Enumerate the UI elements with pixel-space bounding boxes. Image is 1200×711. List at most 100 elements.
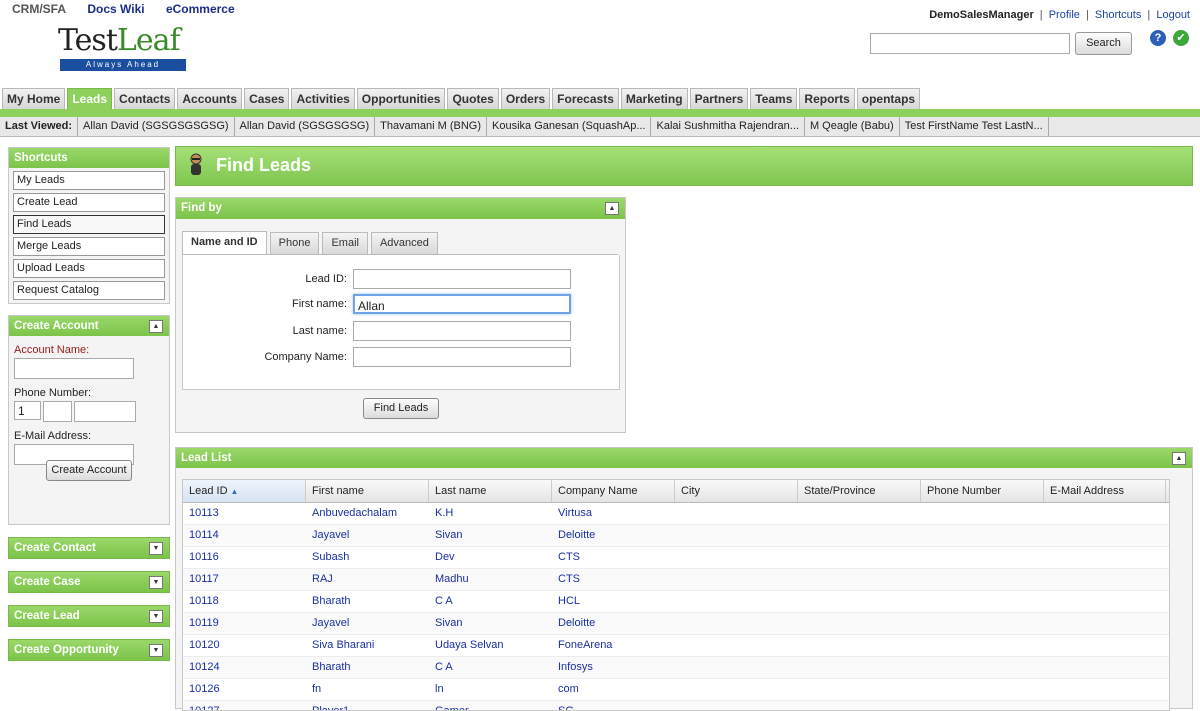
tab-email[interactable]: Email (322, 232, 368, 254)
table-cell[interactable]: 10124 (183, 657, 306, 678)
shortcut-find-leads[interactable]: Find Leads (13, 215, 165, 234)
table-cell[interactable]: com (552, 679, 675, 700)
table-row[interactable]: 10127 Player1 Gamer SG (183, 701, 1169, 710)
testleaf-logo[interactable]: TestLeaf Always Ahead (58, 26, 188, 72)
expand-down-icon[interactable]: ▼ (149, 644, 163, 657)
tab-phone[interactable]: Phone (269, 232, 320, 254)
tab-forecasts[interactable]: Forecasts (552, 88, 619, 109)
search-input[interactable] (870, 33, 1070, 54)
table-row[interactable]: 10124 Bharath C A Infosys (183, 657, 1169, 679)
table-cell[interactable]: ln (429, 679, 552, 700)
table-cell[interactable]: 10126 (183, 679, 306, 700)
create-lead-panel[interactable]: Create Lead ▼ (8, 605, 170, 627)
tab-opportunities[interactable]: Opportunities (356, 88, 446, 109)
table-cell[interactable]: 10119 (183, 613, 306, 634)
create-case-panel[interactable]: Create Case ▼ (8, 571, 170, 593)
table-cell[interactable]: C A (429, 591, 552, 612)
shortcut-request-catalog[interactable]: Request Catalog (13, 281, 165, 300)
table-cell[interactable]: 10113 (183, 503, 306, 524)
table-cell[interactable]: 10114 (183, 525, 306, 546)
table-cell[interactable]: 10127 (183, 701, 306, 710)
table-cell[interactable]: Gamer (429, 701, 552, 710)
table-cell[interactable]: SG (552, 701, 675, 710)
table-cell[interactable]: Siva Bharani (306, 635, 429, 656)
tab-cases[interactable]: Cases (244, 88, 290, 109)
tab-activities[interactable]: Activities (291, 88, 355, 109)
last-viewed-item[interactable]: M Qeagle (Babu) (805, 117, 900, 136)
tab-partners[interactable]: Partners (689, 88, 749, 109)
collapse-up-icon[interactable]: ▲ (149, 320, 163, 333)
column-header[interactable]: Phone Number (921, 480, 1044, 502)
create-account-button[interactable]: Create Account (46, 460, 132, 481)
tab-my-home[interactable]: My Home (2, 88, 66, 109)
shortcut-create-lead[interactable]: Create Lead (13, 193, 165, 212)
app-link-docs-wiki[interactable]: Docs Wiki (87, 2, 144, 16)
tab-teams[interactable]: Teams (750, 88, 798, 109)
shortcut-my-leads[interactable]: My Leads (13, 171, 165, 190)
last-viewed-item[interactable]: Allan David (SGSGSGSGSG) (78, 117, 235, 136)
column-header[interactable]: Company Name (552, 480, 675, 502)
expand-down-icon[interactable]: ▼ (149, 610, 163, 623)
table-cell[interactable]: Sivan (429, 525, 552, 546)
create-contact-panel[interactable]: Create Contact ▼ (8, 537, 170, 559)
table-cell[interactable]: Deloitte (552, 613, 675, 634)
collapse-up-icon[interactable]: ▲ (605, 202, 619, 215)
table-row[interactable]: 10120 Siva Bharani Udaya Selvan FoneArena (183, 635, 1169, 657)
table-cell[interactable]: 10120 (183, 635, 306, 656)
column-header[interactable]: Last name (429, 480, 552, 502)
table-cell[interactable]: Udaya Selvan (429, 635, 552, 656)
table-cell[interactable]: C A (429, 657, 552, 678)
shortcut-upload-leads[interactable]: Upload Leads (13, 259, 165, 278)
table-cell[interactable]: 10117 (183, 569, 306, 590)
table-cell[interactable]: Player1 (306, 701, 429, 710)
last-viewed-item[interactable]: Test FirstName Test LastN... (900, 117, 1049, 136)
expand-down-icon[interactable]: ▼ (149, 542, 163, 555)
collapse-up-icon[interactable]: ▲ (1172, 452, 1186, 465)
tab-orders[interactable]: Orders (500, 88, 551, 109)
tab-advanced[interactable]: Advanced (370, 232, 438, 254)
table-cell[interactable]: CTS (552, 569, 675, 590)
table-cell[interactable]: HCL (552, 591, 675, 612)
tab-marketing[interactable]: Marketing (620, 88, 688, 109)
table-row[interactable]: 10126 fn ln com (183, 679, 1169, 701)
shortcut-merge-leads[interactable]: Merge Leads (13, 237, 165, 256)
table-cell[interactable]: Infosys (552, 657, 675, 678)
tab-accounts[interactable]: Accounts (177, 88, 243, 109)
last-viewed-item[interactable]: Thavamani M (BNG) (375, 117, 487, 136)
app-link-crm[interactable]: CRM/SFA (12, 2, 66, 16)
table-cell[interactable]: K.H (429, 503, 552, 524)
table-row[interactable]: 10117 RAJ Madhu CTS (183, 569, 1169, 591)
find-leads-button[interactable]: Find Leads (363, 398, 439, 419)
account-name-field[interactable] (14, 358, 134, 379)
column-header[interactable]: State/Province (798, 480, 921, 502)
table-cell[interactable]: Madhu (429, 569, 552, 590)
phone-area-code-field[interactable] (43, 401, 72, 422)
table-row[interactable]: 10118 Bharath C A HCL (183, 591, 1169, 613)
expand-down-icon[interactable]: ▼ (149, 576, 163, 589)
table-cell[interactable]: fn (306, 679, 429, 700)
table-cell[interactable]: Sivan (429, 613, 552, 634)
table-cell[interactable]: CTS (552, 547, 675, 568)
table-row[interactable]: 10114 Jayavel Sivan Deloitte (183, 525, 1169, 547)
table-cell[interactable]: RAJ (306, 569, 429, 590)
tab-contacts[interactable]: Contacts (114, 88, 176, 109)
last-viewed-item[interactable]: Kousika Ganesan (SquashAp... (487, 117, 652, 136)
table-cell[interactable]: Bharath (306, 591, 429, 612)
table-cell[interactable]: Jayavel (306, 613, 429, 634)
column-header[interactable]: First name (306, 480, 429, 502)
table-cell[interactable]: Bharath (306, 657, 429, 678)
last-viewed-item[interactable]: Kalai Sushmitha Rajendran... (651, 117, 805, 136)
column-header[interactable]: Lead ID ▲ (183, 480, 306, 502)
table-cell[interactable]: Subash (306, 547, 429, 568)
tab-name-and-id[interactable]: Name and ID (182, 231, 267, 254)
tab-quotes[interactable]: Quotes (447, 88, 499, 109)
table-cell[interactable]: Anbuvedachalam (306, 503, 429, 524)
table-row[interactable]: 10116 Subash Dev CTS (183, 547, 1169, 569)
logout-link[interactable]: Logout (1156, 9, 1190, 21)
app-link-ecommerce[interactable]: eCommerce (166, 2, 235, 16)
tab-reports[interactable]: Reports (799, 88, 855, 109)
table-cell[interactable]: FoneArena (552, 635, 675, 656)
table-row[interactable]: 10119 Jayavel Sivan Deloitte (183, 613, 1169, 635)
last-viewed-item[interactable]: Allan David (SGSGSGSG) (235, 117, 376, 136)
column-header[interactable]: City (675, 480, 798, 502)
